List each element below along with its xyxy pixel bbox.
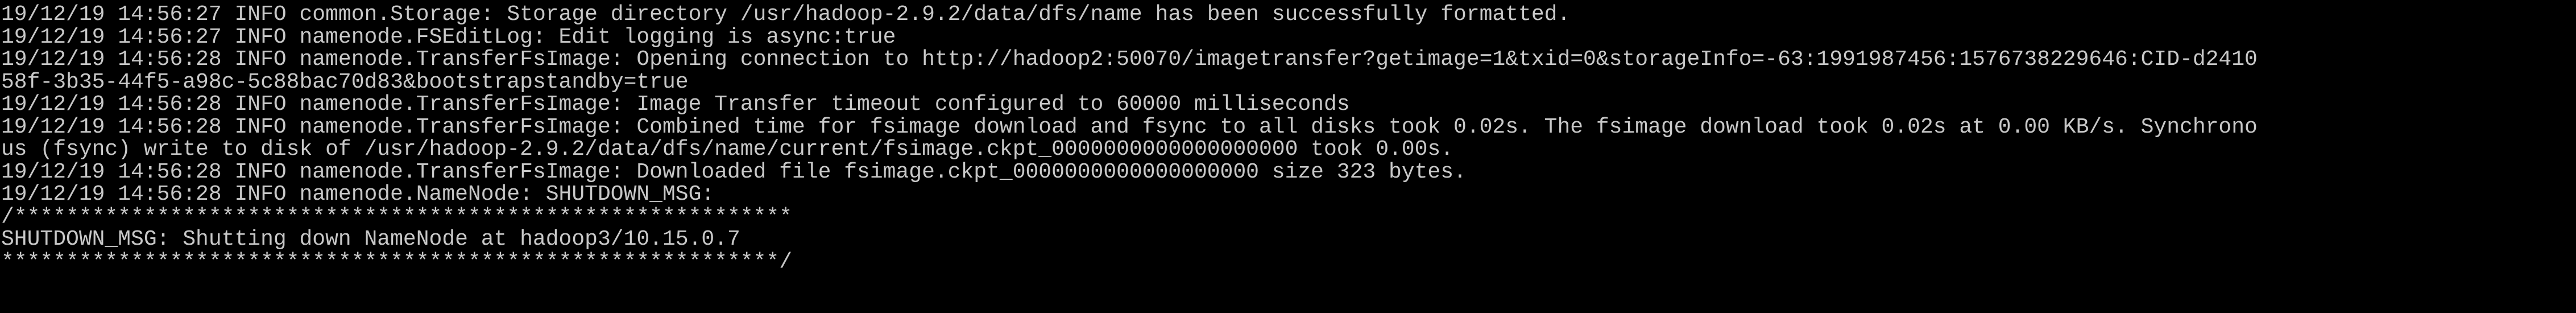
log-line: 19/12/19 14:56:28 INFO namenode.Transfer… [1, 93, 1350, 116]
terminal-window[interactable]: 19/12/19 14:56:27 INFO common.Storage: S… [0, 0, 2576, 313]
log-line: 19/12/19 14:56:28 INFO namenode.Transfer… [1, 160, 1467, 183]
log-line: SHUTDOWN_MSG: Shutting down NameNode at … [1, 228, 740, 251]
log-line: /***************************************… [1, 205, 793, 228]
terminal-output: 19/12/19 14:56:27 INFO common.Storage: S… [0, 0, 2576, 273]
log-line: ****************************************… [1, 250, 793, 273]
log-line: us (fsync) write to disk of /usr/hadoop-… [1, 138, 1454, 161]
log-line: 19/12/19 14:56:28 INFO namenode.Transfer… [1, 116, 2258, 138]
log-line: 19/12/19 14:56:28 INFO namenode.Transfer… [1, 48, 2258, 71]
log-line: 58f-3b35-44f5-a98c-5c88bac70d83&bootstra… [1, 71, 689, 93]
log-line: 19/12/19 14:56:28 INFO namenode.NameNode… [1, 183, 715, 206]
log-line: 19/12/19 14:56:27 INFO namenode.FSEditLo… [1, 26, 896, 48]
log-line: 19/12/19 14:56:27 INFO common.Storage: S… [1, 3, 1571, 26]
